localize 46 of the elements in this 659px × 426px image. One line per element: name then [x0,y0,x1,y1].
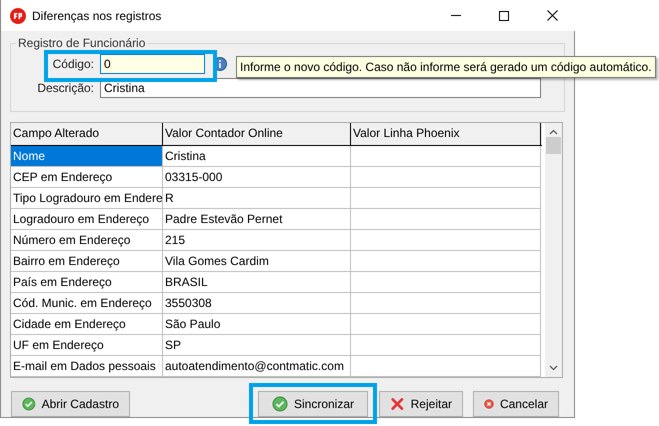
table-cell: Número em Endereço [11,230,163,251]
cross-icon [390,396,405,412]
table-cell: R [163,188,351,209]
column-header[interactable]: Valor Linha Phoenix [351,123,541,145]
field-label: Descrição: [36,81,95,95]
action-button[interactable]: Rejeitar [379,391,463,417]
table-cell: Logradouro em Endereço [11,209,163,230]
table-cell: 3550308 [163,293,351,314]
table-cell: Nome [11,146,163,167]
table-cell: autoatendimento@contmatic.com [163,356,351,377]
window-title: Diferenças nos registros [32,8,162,22]
table-cell: SP [163,335,351,356]
table-cell: Cód. Munic. em Endereço [11,293,163,314]
scroll-thumb[interactable] [546,137,561,154]
table-cell: Cristina [163,146,351,167]
maximize-icon[interactable] [499,10,509,20]
field-label: Código: [52,57,95,71]
tooltip: Informe o novo código. Caso não informe será gerado um código automático. [236,56,656,78]
action-button[interactable]: Sincronizar [258,391,368,417]
scroll-down-icon[interactable] [549,365,558,371]
table-cell: E-mail em Dados pessoais [11,356,163,377]
table-cell: Tipo Logradouro em Endere [11,188,163,209]
group-title: Registro de Funcionário [16,36,148,50]
table-cell: Vila Gomes Cardim [163,251,351,272]
table-cell: UF em Endereço [11,335,163,356]
close-icon[interactable] [546,10,558,21]
table-cell: País em Endereço [11,272,163,293]
table-cell: 215 [163,230,351,251]
column-header[interactable]: Valor Contador Online [163,123,351,145]
table-cell: 03315-000 [163,167,351,188]
table-cell: Bairro em Endereço [11,251,163,272]
action-button[interactable]: Abrir Cadastro [11,391,130,417]
scrollbar[interactable] [545,123,562,377]
table-cell: CEP em Endereço [11,167,163,188]
app-logo [10,8,26,24]
table-cell: Cidade em Endereço [11,314,163,335]
table-cell: BRASIL [163,272,351,293]
action-button[interactable]: Cancelar [473,391,559,417]
table-cell: São Paulo [163,314,351,335]
scroll-up-icon[interactable] [549,129,558,135]
column-header[interactable]: Campo Alterado [11,123,163,145]
check-icon [272,396,288,412]
input-field[interactable]: 0 [100,54,205,74]
input-field[interactable]: Cristina [100,78,541,98]
table-cell: Padre Estevão Pernet [163,209,351,230]
check-icon [22,396,36,412]
